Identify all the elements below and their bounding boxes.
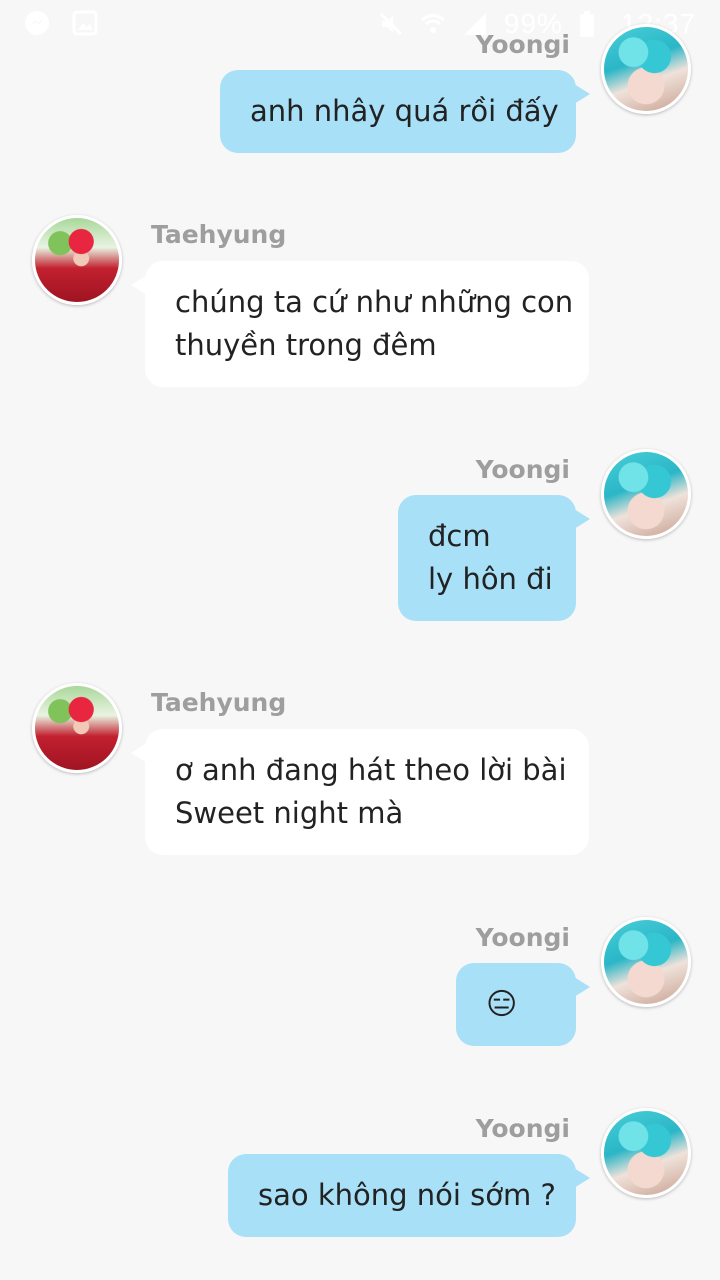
avatar-yoongi[interactable]	[601, 449, 691, 539]
message-text: thuyền trong đêm	[175, 328, 437, 362]
message-text: ly hôn đi	[428, 562, 553, 596]
avatar-yoongi[interactable]	[601, 917, 691, 1007]
sender-name: Taehyung	[151, 688, 287, 717]
message-text: Sweet night mà	[175, 796, 404, 830]
message-text: chúng ta cứ như những con	[175, 285, 574, 319]
message-text: anh nhây quá rồi đấy	[250, 94, 559, 128]
battery-icon	[579, 11, 605, 37]
message-text: đcm	[428, 519, 491, 553]
message-bubble[interactable]: đcm ly hôn đi	[398, 495, 590, 621]
message-bubble[interactable]: anh nhây quá rồi đấy	[220, 70, 590, 153]
message-bubble[interactable]: sao không nói sớm ?	[228, 1154, 590, 1237]
messenger-icon	[24, 10, 50, 36]
message-bubble[interactable]: ơ anh đang hát theo lời bài Sweet night …	[131, 729, 589, 855]
sender-name: Yoongi	[475, 455, 570, 484]
sender-name: Yoongi	[475, 923, 570, 952]
avatar-taehyung[interactable]	[32, 215, 122, 305]
wifi-icon	[420, 11, 446, 37]
image-icon	[72, 10, 98, 36]
sender-name: Taehyung	[151, 220, 287, 249]
message-bubble[interactable]: 😑	[456, 963, 590, 1046]
mute-icon	[378, 11, 404, 37]
message-text: ơ anh đang hát theo lời bài	[175, 753, 567, 787]
expressionless-emoji: 😑	[486, 987, 518, 1022]
sender-name: Yoongi	[475, 1114, 570, 1143]
avatar-yoongi[interactable]	[601, 1108, 691, 1198]
message-text: sao không nói sớm ?	[258, 1178, 556, 1212]
avatar-taehyung[interactable]	[32, 683, 122, 773]
message-bubble[interactable]: chúng ta cứ như những con thuyền trong đ…	[131, 261, 589, 387]
avatar-yoongi[interactable]	[601, 24, 691, 114]
sender-name: Yoongi	[475, 30, 570, 59]
